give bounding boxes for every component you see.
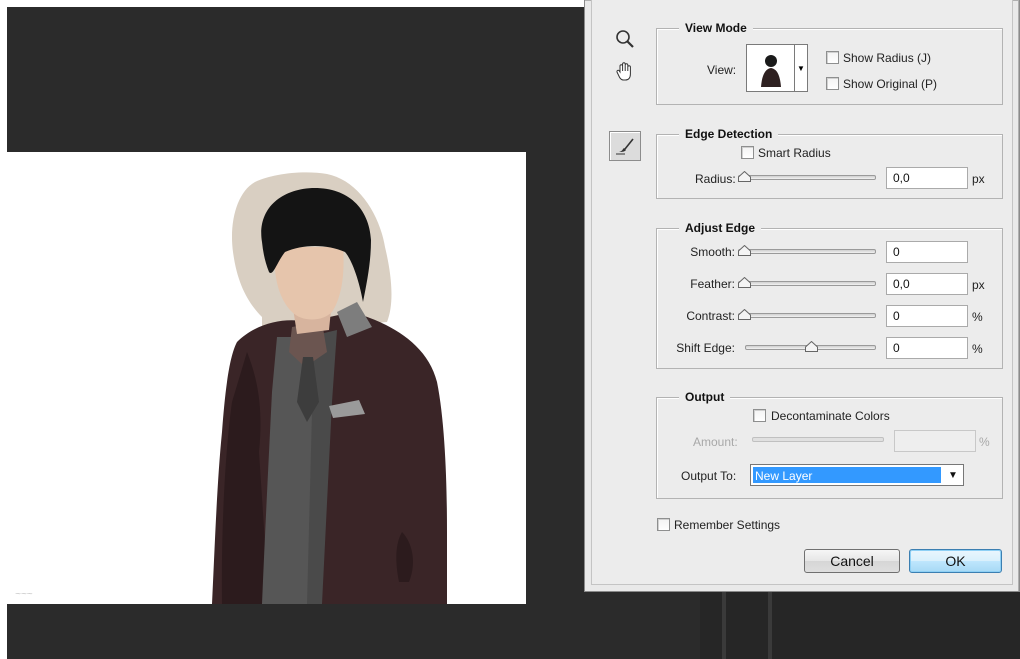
panel-divider [722, 590, 726, 659]
radius-input[interactable] [886, 167, 968, 189]
view-label: View: [707, 63, 737, 77]
feather-slider-thumb[interactable] [738, 277, 751, 288]
refine-edge-dialog: View Mode View: ▼ Show Radius (J) Show O… [584, 0, 1020, 592]
adjust-edge-title: Adjust Edge [679, 221, 762, 235]
decontaminate-checkbox[interactable] [753, 409, 766, 422]
remember-settings-checkbox[interactable] [657, 518, 670, 531]
view-mode-picker[interactable]: ▼ [746, 44, 808, 92]
hand-icon[interactable] [612, 58, 638, 84]
radius-slider[interactable] [738, 175, 876, 180]
decontaminate-label: Decontaminate Colors [771, 409, 890, 423]
cancel-button[interactable]: Cancel [804, 549, 900, 573]
output-to-label: Output To: [681, 469, 737, 483]
amount-input[interactable] [894, 430, 976, 452]
shift-edge-input[interactable] [886, 337, 968, 359]
show-original-label: Show Original (P) [843, 77, 938, 91]
radius-slider-thumb[interactable] [738, 171, 751, 182]
show-original-checkbox[interactable] [826, 77, 839, 90]
panel-divider [768, 590, 772, 659]
chevron-down-icon: ▼ [794, 45, 807, 91]
show-radius-checkbox[interactable] [826, 51, 839, 64]
show-radius-label: Show Radius (J) [843, 51, 932, 65]
chevron-down-icon: ▼ [948, 469, 958, 481]
contrast-slider-thumb[interactable] [738, 309, 751, 320]
contrast-label: Contrast: [686, 309, 735, 323]
ok-button[interactable]: OK [909, 549, 1002, 573]
view-thumbnail [747, 45, 795, 91]
amount-unit: % [979, 435, 990, 449]
contrast-unit: % [972, 310, 983, 324]
output-to-selected: New Layer [753, 467, 941, 483]
radius-unit: px [972, 172, 985, 186]
contrast-slider[interactable] [738, 313, 876, 318]
smooth-slider-thumb[interactable] [738, 245, 751, 256]
shift-edge-slider-thumb[interactable] [805, 341, 818, 352]
dialog-body: View Mode View: ▼ Show Radius (J) Show O… [591, 0, 1013, 585]
contrast-input[interactable] [886, 305, 968, 327]
smooth-slider[interactable] [738, 249, 876, 254]
smart-radius-checkbox[interactable] [741, 146, 754, 159]
masked-person-image [212, 172, 447, 604]
view-mode-title: View Mode [679, 21, 753, 35]
edge-detection-title: Edge Detection [679, 127, 779, 141]
output-to-select[interactable]: New Layer ▼ [750, 464, 964, 486]
smooth-input[interactable] [886, 241, 968, 263]
feather-input[interactable] [886, 273, 968, 295]
watermark: ~~~ [15, 589, 33, 600]
output-title: Output [679, 390, 731, 404]
document-canvas[interactable]: ~~~ [7, 152, 526, 604]
screen: ~~~ View Mode View: ▼ Show Radius (J) Sh… [0, 0, 1020, 659]
shift-edge-unit: % [972, 342, 983, 356]
radius-label: Radius: [695, 172, 736, 186]
remember-settings-label: Remember Settings [674, 518, 781, 532]
feather-slider[interactable] [738, 281, 876, 286]
amount-label: Amount: [693, 435, 738, 449]
panel-strip [700, 590, 1020, 659]
refine-radius-brush-icon[interactable] [609, 131, 641, 161]
shift-edge-label: Shift Edge: [676, 341, 735, 355]
feather-label: Feather: [690, 277, 735, 291]
smart-radius-label: Smart Radius [758, 146, 831, 160]
zoom-icon[interactable] [612, 26, 638, 52]
smooth-label: Smooth: [690, 245, 735, 259]
amount-slider[interactable] [752, 437, 884, 442]
feather-unit: px [972, 278, 985, 292]
